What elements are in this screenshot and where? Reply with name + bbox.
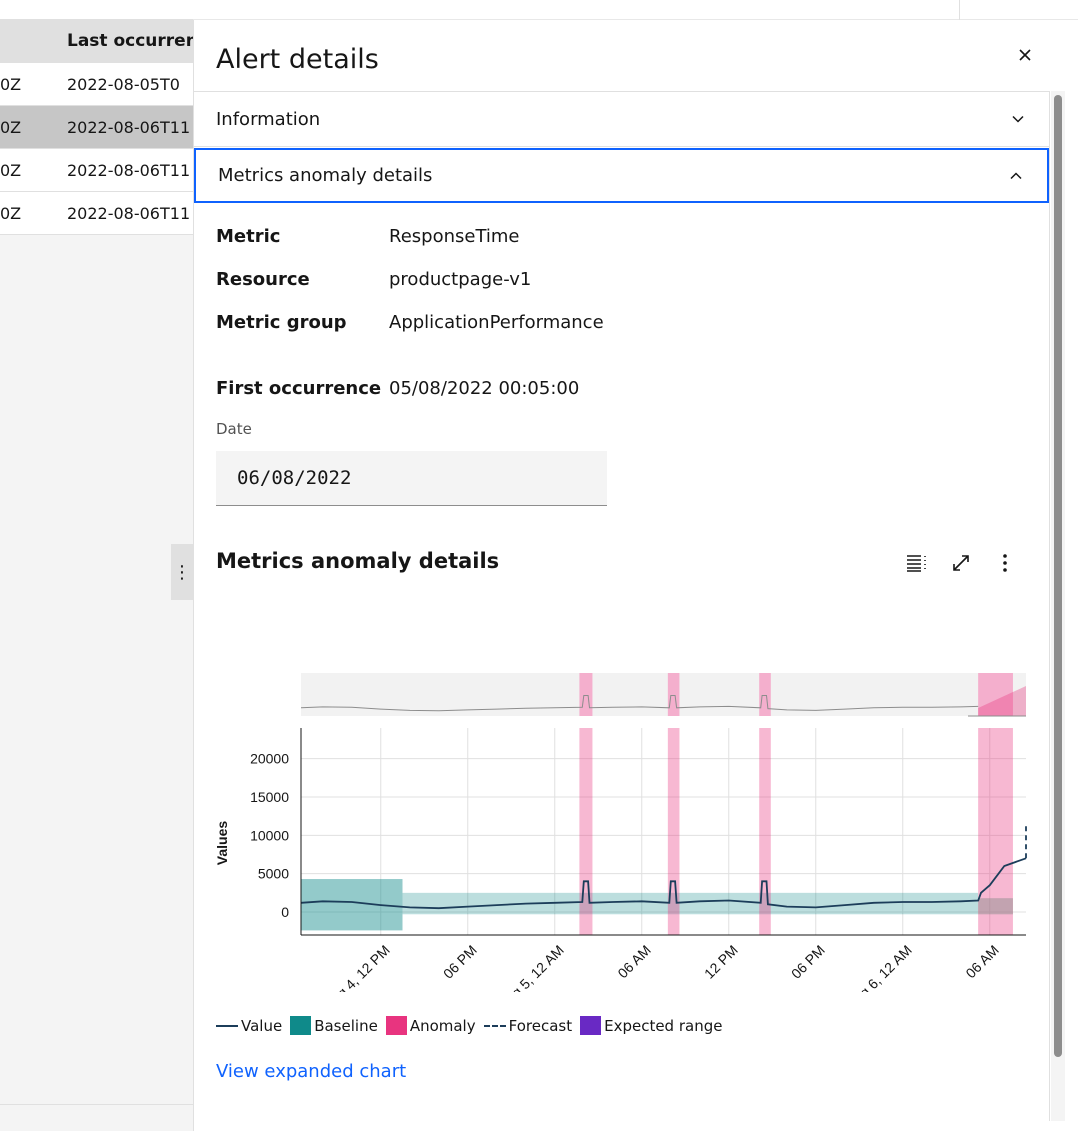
panel-scroll-area[interactable]: Information Metrics anomaly details Metr…: [194, 91, 1050, 1121]
forecast-swatch: [483, 1024, 506, 1027]
close-button[interactable]: [1010, 40, 1040, 70]
anomaly-band: [667, 728, 680, 935]
view-expanded-chart-link[interactable]: View expanded chart: [216, 1061, 406, 1082]
overflow-menu-icon: [1003, 554, 1007, 572]
anomaly-band: [579, 728, 593, 935]
accordion-label: Information: [216, 108, 321, 130]
table-cell: 2022-08-06T11: [67, 118, 191, 137]
legend-item-value[interactable]: Value: [216, 1017, 282, 1035]
date-input[interactable]: [216, 451, 607, 506]
legend-label: Anomaly: [409, 1016, 476, 1035]
legend-item-anomaly[interactable]: Anomaly: [385, 1016, 476, 1035]
date-label: Date: [216, 420, 252, 438]
x-tick-label: 06 PM: [440, 942, 480, 982]
legend-label: Baseline: [314, 1016, 378, 1035]
y-tick-label: 5000: [258, 866, 289, 882]
alerts-table: Last occurrence 0Z 2022-08-05T0 0Z 2022-…: [0, 20, 219, 235]
chart-legend: Value Baseline Anomaly Forecast Expected…: [216, 1016, 730, 1035]
y-axis-title: Values: [214, 821, 230, 866]
x-tick-label: Aug 5, 12 AM: [496, 942, 567, 992]
x-tick-label: 06 PM: [788, 942, 828, 982]
divider: [959, 0, 960, 20]
baseline-swatch: [290, 1016, 312, 1035]
overview-anomaly-band: [759, 673, 771, 716]
table-cell: 0Z: [0, 75, 22, 94]
accordion-label: Metrics anomaly details: [218, 165, 433, 186]
background-top-strip: [0, 0, 193, 20]
table-row[interactable]: 0Z 2022-08-06T11: [0, 149, 193, 192]
baseline-band: [402, 892, 979, 915]
accordion-information[interactable]: Information: [194, 92, 1049, 147]
first-occurrence-label: First occurrence: [216, 378, 382, 399]
overview-anomaly-band: [579, 673, 593, 716]
table-row[interactable]: 0Z 2022-08-05T0: [0, 63, 193, 106]
chevron-down-icon: [1009, 110, 1027, 128]
table-row[interactable]: 0Z 2022-08-06T11: [0, 106, 193, 149]
overview-background: [301, 673, 1026, 716]
table-row[interactable]: 0Z 2022-08-06T11: [0, 192, 193, 235]
background-header-strip: [193, 0, 1078, 20]
table-view-button[interactable]: [902, 548, 932, 578]
panel-title: Alert details: [216, 44, 379, 75]
drag-handle-icon: ⋮: [173, 561, 191, 583]
table-cell: 2022-08-06T11: [67, 204, 191, 223]
x-tick-label: Aug 4, 12 PM: [322, 942, 393, 992]
y-tick-label: 10000: [250, 827, 289, 843]
legend-item-baseline[interactable]: Baseline: [290, 1016, 378, 1035]
metric-value: ResponseTime: [389, 226, 520, 247]
maximize-icon: [953, 555, 969, 571]
background-footer: [0, 1104, 193, 1131]
expected-range-swatch: [580, 1016, 602, 1035]
x-tick-label: 06 AM: [962, 942, 1001, 981]
chevron-up-icon: [1007, 167, 1025, 185]
y-tick-label: 15000: [250, 789, 289, 805]
x-tick-label: 12 PM: [701, 942, 741, 982]
table-cell: 0Z: [0, 118, 22, 137]
metric-group-value: ApplicationPerformance: [389, 312, 604, 333]
table-cell: 0Z: [0, 204, 22, 223]
overflow-menu-button[interactable]: [990, 548, 1020, 578]
x-tick-label: Aug 6, 12 AM: [844, 942, 915, 992]
table-cell: 0Z: [0, 161, 22, 180]
value-swatch: [216, 1024, 238, 1027]
maximize-button[interactable]: [946, 548, 976, 578]
anomaly-baseline-overlay: [978, 898, 1013, 915]
y-tick-label: 20000: [250, 751, 289, 767]
table-view-icon: [907, 555, 926, 572]
alert-details-panel: Alert details Information Metrics anomal…: [193, 20, 1078, 1131]
first-occurrence-value: 05/08/2022 00:05:00: [389, 378, 580, 399]
close-icon: [1019, 49, 1031, 61]
x-tick-label: 06 AM: [614, 942, 653, 981]
legend-label: Forecast: [508, 1016, 573, 1035]
y-tick-label: 0: [281, 904, 289, 920]
legend-item-expected-range[interactable]: Expected range: [580, 1016, 722, 1035]
table-cell: 2022-08-05T0: [67, 75, 180, 94]
legend-label: Expected range: [604, 1016, 723, 1035]
panel-resize-handle[interactable]: ⋮: [171, 544, 193, 600]
metrics-anomaly-chart[interactable]: 0 5000 10000 15000 20000 Aug 4, 12 PM 06 PM Aug…: [194, 592, 1044, 992]
table-header: Last occurrence: [0, 20, 219, 63]
scrollbar-thumb[interactable]: [1054, 95, 1062, 1057]
anomaly-swatch: [385, 1016, 407, 1035]
metric-group-label: Metric group: [216, 312, 347, 333]
table-cell: 2022-08-06T11: [67, 161, 191, 180]
legend-item-forecast[interactable]: Forecast: [483, 1016, 573, 1035]
resource-label: Resource: [216, 269, 310, 290]
resource-value: productpage-v1: [389, 269, 532, 290]
accordion-metrics-anomaly-details[interactable]: Metrics anomaly details: [194, 148, 1049, 203]
legend-label: Value: [241, 1016, 283, 1035]
overview-anomaly-band: [667, 673, 680, 716]
chart-title: Metrics anomaly details: [216, 549, 500, 573]
metric-label: Metric: [216, 226, 281, 247]
